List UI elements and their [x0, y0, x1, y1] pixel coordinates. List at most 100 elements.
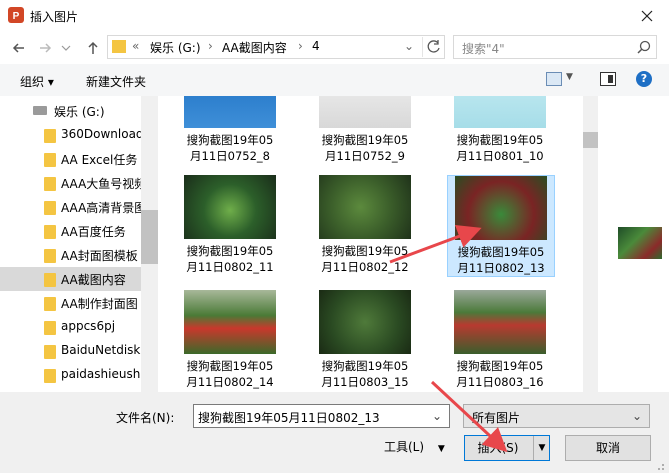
sidebar-folder-label: 360Download [61, 127, 141, 141]
insert-dropdown-icon[interactable]: ▼ [533, 436, 550, 460]
sidebar-folder-label: appcs6pj [61, 319, 116, 333]
file-name-line1: 搜狗截图19年05 [321, 133, 409, 147]
sidebar-folder-label: AAA大鱼号视频 [61, 177, 141, 191]
breadcrumb-drive[interactable]: 娱乐 (G:) [150, 39, 201, 56]
organize-menu[interactable]: 组织 ▾ [20, 73, 54, 90]
file-thumbnail-tile[interactable]: 搜狗截图19年05 月11日0752_8 [177, 96, 283, 164]
new-folder-button[interactable]: 新建文件夹 [86, 73, 146, 90]
sidebar-folder-item[interactable]: AA百度任务 [0, 219, 141, 243]
file-name-line2: 月11日0752_9 [325, 149, 405, 163]
thumbnail-image [455, 176, 547, 240]
sidebar-folder-item[interactable]: AAA高清背景图 [0, 195, 141, 219]
address-dropdown-icon[interactable]: ⌄ [404, 39, 414, 53]
view-options-icon[interactable] [546, 72, 562, 86]
filetype-dropdown-icon[interactable]: ⌄ [632, 409, 642, 423]
file-thumbnail-tile[interactable]: 搜狗截图19年05 月11日0803_16 [447, 290, 553, 390]
preview-pane [598, 96, 669, 392]
search-icon[interactable] [636, 39, 652, 58]
thumbnail-image [319, 175, 411, 239]
command-toolbar: 组织 ▾ 新建文件夹 ▼ ? [0, 64, 669, 96]
sidebar-folder-label: AA封面图模板 [61, 249, 138, 263]
insert-button[interactable]: 插入(S) ▼ [464, 435, 550, 461]
file-name-line1: 搜狗截图19年05 [321, 244, 409, 258]
file-thumbnail-tile[interactable]: 搜狗截图19年05 月11日0802_11 [177, 175, 283, 275]
sidebar-scrollbar[interactable] [141, 96, 158, 392]
svg-text:P: P [13, 11, 20, 22]
file-thumbnail-tile[interactable]: 搜狗截图19年05 月11日0803_15 [312, 290, 418, 390]
breadcrumb-separator-icon[interactable]: › [208, 39, 213, 53]
close-icon[interactable] [632, 4, 662, 28]
folder-icon [44, 297, 56, 311]
folder-icon [112, 40, 126, 53]
file-name-line1: 搜狗截图19年05 [186, 244, 274, 258]
search-input[interactable]: 搜索"4" [462, 40, 505, 57]
sidebar-folder-item[interactable]: AA封面图模板 [0, 243, 141, 267]
file-name-line2: 月11日0802_12 [321, 260, 409, 274]
file-thumbnail-tile[interactable]: 搜狗截图19年05 月11日0802_14 [177, 290, 283, 390]
search-box[interactable]: 搜索"4" [453, 35, 657, 59]
sidebar-folder-label: paidashieushi [61, 367, 141, 381]
file-list-scrollbar-thumb[interactable] [583, 132, 598, 148]
file-thumbnail-tile[interactable]: 搜狗截图19年05 月11日0801_10 [447, 96, 553, 164]
tools-label: 工具(L) [384, 440, 425, 454]
breadcrumb-current[interactable]: 4 [312, 39, 320, 53]
sidebar-folder-item[interactable]: 360Download [0, 123, 141, 147]
sidebar-folder-label: AA百度任务 [61, 225, 126, 239]
forward-arrow-icon[interactable] [34, 37, 56, 59]
file-name-line2: 月11日0801_10 [456, 149, 544, 163]
breadcrumb-separator-icon[interactable]: › [298, 39, 303, 53]
folder-icon [44, 225, 56, 239]
folder-icon [44, 369, 56, 383]
sidebar-folder-item[interactable]: AAA大鱼号视频 [0, 171, 141, 195]
sidebar-folder-item[interactable]: paidashieushi [0, 363, 141, 387]
dialog-footer: 文件名(N): 搜狗截图19年05月11日0802_13 ⌄ 所有图片 ⌄ 工具… [0, 392, 669, 473]
file-thumbnail-tile[interactable]: 搜狗截图19年05 月11日0802_12 [312, 175, 418, 275]
help-icon[interactable]: ? [636, 71, 652, 87]
thumbnail-image [184, 175, 276, 239]
preview-pane-icon[interactable] [600, 72, 616, 86]
sidebar-folder-label: AA Excel任务 [61, 153, 138, 167]
back-arrow-icon[interactable] [8, 37, 30, 59]
drive-icon [33, 106, 47, 115]
tools-menu[interactable]: 工具(L) ▼ [384, 438, 445, 455]
cancel-button[interactable]: 取消 [565, 435, 651, 461]
filename-label: 文件名(N): [116, 411, 175, 425]
sidebar-folder-item[interactable]: AA制作封面图 [0, 291, 141, 315]
sidebar-scrollbar-thumb[interactable] [141, 210, 158, 264]
sidebar-folder-label: BaiduNetdisk [61, 343, 141, 357]
filename-dropdown-icon[interactable]: ⌄ [432, 409, 442, 423]
sidebar-folder-item[interactable]: AA截图内容 [0, 267, 141, 291]
filename-input[interactable]: 搜狗截图19年05月11日0802_13 [198, 409, 380, 426]
thumbnail-image [184, 290, 276, 354]
file-name-label: 搜狗截图19年05 月11日0803_16 [447, 358, 553, 390]
file-name-line1: 搜狗截图19年05 [456, 359, 544, 373]
file-name-label: 搜狗截图19年05 月11日0802_13 [448, 244, 554, 276]
recent-dropdown-icon[interactable] [58, 37, 74, 59]
folder-icon [44, 345, 56, 359]
file-list-scrollbar[interactable] [583, 96, 598, 392]
address-bar[interactable]: « 娱乐 (G:) › AA截图内容 › 4 ⌄ [107, 35, 445, 59]
file-thumbnail-tile[interactable]: 搜狗截图19年05 月11日0752_9 [312, 96, 418, 164]
folder-icon [44, 177, 56, 191]
navigation-pane: 娱乐 (G:) 360Download AA Excel任务 AAA大鱼号视频 AAA… [0, 96, 158, 392]
file-name-label: 搜狗截图19年05 月11日0752_9 [312, 132, 418, 164]
up-arrow-icon[interactable] [82, 37, 104, 59]
sidebar-folder-item[interactable]: appcs6pj [0, 315, 141, 339]
thumbnail-image [454, 96, 546, 128]
file-name-line1: 搜狗截图19年05 [186, 133, 274, 147]
tools-dropdown-icon[interactable]: ▼ [438, 444, 445, 454]
filename-field[interactable]: 搜狗截图19年05月11日0802_13 ⌄ [193, 404, 450, 428]
file-thumbnail-tile[interactable]: 搜狗截图19年05 月11日0802_13 [447, 175, 555, 277]
sidebar-drive-g[interactable]: 娱乐 (G:) [0, 99, 141, 123]
file-name-line1: 搜狗截图19年05 [456, 133, 544, 147]
resize-grip-icon[interactable] [652, 458, 666, 472]
filetype-select[interactable]: 所有图片 ⌄ [463, 404, 650, 428]
sidebar-folder-item[interactable]: BaiduNetdisk [0, 339, 141, 363]
breadcrumb-folder[interactable]: AA截图内容 [222, 39, 287, 56]
overflow-chevron-icon[interactable]: « [132, 39, 139, 53]
refresh-icon[interactable] [422, 37, 444, 57]
file-name-line2: 月11日0802_13 [457, 261, 545, 275]
view-dropdown-icon[interactable]: ▼ [566, 72, 573, 82]
sidebar-folder-item[interactable]: AA Excel任务 [0, 147, 141, 171]
thumbnail-image [184, 96, 276, 128]
